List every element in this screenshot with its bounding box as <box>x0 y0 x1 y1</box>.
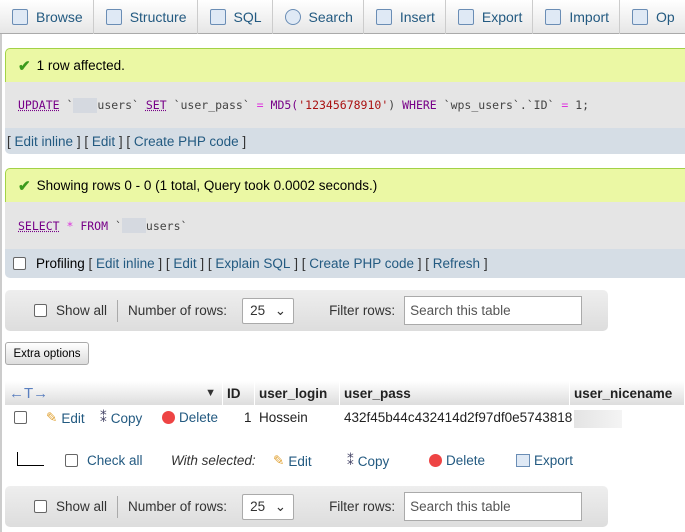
edit-inline-link[interactable]: Edit inline <box>15 134 74 149</box>
create-php-link[interactable]: Create PHP code <box>309 256 414 271</box>
bulk-edit-button[interactable]: ✎ Edit <box>273 453 312 469</box>
bulk-export-button[interactable]: Export <box>516 453 573 468</box>
sql-query: UPDATE ` users` SET `user_pass` = MD5('12… <box>5 82 685 128</box>
rows-select[interactable]: 25 ⌄ <box>242 493 295 520</box>
browse-icon <box>12 9 28 25</box>
structure-icon <box>105 9 122 25</box>
column-header-user-login[interactable]: user_login <box>255 381 340 405</box>
cell-user-pass[interactable]: 432f45b44c432414d2f97df0e5743818 <box>344 410 572 425</box>
tab-structure[interactable]: Structure <box>94 0 198 34</box>
cell-user-login[interactable]: Hossein <box>259 410 308 425</box>
wrench-icon <box>632 9 649 25</box>
sql-icon <box>209 9 226 25</box>
arrow-up-icon <box>17 452 44 466</box>
tab-browse[interactable]: Browse <box>0 0 94 34</box>
create-php-link[interactable]: Create PHP code <box>134 134 239 149</box>
export-icon <box>516 454 530 467</box>
navigation-bar-bottom: Show all Number of rows: 25 ⌄ Filter rows:… <box>5 486 608 527</box>
delete-icon <box>162 411 175 424</box>
explain-sql-link[interactable]: Explain SQL <box>215 256 290 271</box>
query-links: Profiling [ Edit inline ] [ Edit ] [ Exp… <box>5 249 685 278</box>
tab-operations[interactable]: Op <box>620 0 685 34</box>
tab-insert[interactable]: Insert <box>364 0 446 34</box>
bulk-delete-button[interactable]: Delete <box>429 453 485 468</box>
edit-inline-link[interactable]: Edit inline <box>96 256 155 271</box>
sort-dropdown-icon[interactable]: ▼ <box>205 387 216 399</box>
cell-id[interactable]: 1 <box>244 410 252 425</box>
bulk-copy-button[interactable]: ⁑ Copy <box>347 453 389 469</box>
redacted <box>73 97 98 113</box>
import-icon <box>545 9 562 25</box>
query-links: [ Edit inline ] [ Edit ] [ Create PHP co… <box>5 128 685 154</box>
table-header: ←T→ ▼ ID user_login user_pass user_nicena… <box>5 381 685 405</box>
tab-search[interactable]: Search <box>273 0 364 34</box>
table-row: ✎ Edit ⁑ Copy Delete 1 Hossein 432f45b44c4… <box>0 405 685 431</box>
column-arrows-icon[interactable]: ←T→ ▼ <box>5 381 223 405</box>
copy-icon: ⁑ <box>100 410 107 425</box>
navigation-bar: Show all Number of rows: 25 ⌄ Filter rows:… <box>5 290 608 331</box>
column-header-user-pass[interactable]: user_pass <box>340 381 570 405</box>
insert-icon <box>375 9 392 25</box>
tab-sql[interactable]: SQL <box>198 0 273 34</box>
copy-icon: ⁑ <box>347 453 354 468</box>
sql-query: SELECT * FROM ` users` <box>5 202 685 249</box>
success-message: ✔ 1 row affected. <box>5 48 685 82</box>
pencil-icon: ✎ <box>46 410 58 425</box>
show-all-checkbox[interactable] <box>34 500 47 513</box>
search-icon <box>284 9 301 25</box>
row-checkbox[interactable] <box>14 411 27 424</box>
extra-options-button[interactable]: Extra options <box>5 342 89 365</box>
show-all-checkbox[interactable] <box>34 304 47 317</box>
edit-link[interactable]: Edit <box>92 134 115 149</box>
pencil-icon: ✎ <box>273 453 285 468</box>
filter-input[interactable]: Search this table <box>404 492 583 521</box>
row-copy-button[interactable]: ⁑ Copy <box>100 410 142 426</box>
column-header-id[interactable]: ID <box>223 381 255 405</box>
tab-export[interactable]: Export <box>446 0 534 34</box>
rows-select[interactable]: 25 ⌄ <box>242 297 295 324</box>
profiling-checkbox[interactable] <box>13 257 26 270</box>
with-selected-label: With selected: <box>171 453 256 468</box>
bulk-actions: Check all With selected: ✎ Edit ⁑ Copy Del… <box>0 448 685 474</box>
chevron-down-icon: ⌄ <box>274 498 287 514</box>
cell-user-nicename-redacted[interactable] <box>574 410 622 428</box>
export-icon <box>457 9 474 25</box>
row-delete-button[interactable]: Delete <box>162 410 218 425</box>
check-all-label[interactable]: Check all <box>87 453 143 468</box>
check-icon: ✔ <box>18 57 31 75</box>
row-edit-button[interactable]: ✎ Edit <box>46 410 85 426</box>
chevron-down-icon: ⌄ <box>274 302 287 318</box>
tab-import[interactable]: Import <box>533 0 621 34</box>
refresh-link[interactable]: Refresh <box>433 256 480 271</box>
column-header-user-nicename[interactable]: user_nicename <box>570 381 685 405</box>
delete-icon <box>429 454 442 467</box>
success-message: ✔ Showing rows 0 - 0 (1 total, Query took… <box>5 168 685 202</box>
filter-input[interactable]: Search this table <box>404 296 583 325</box>
edit-link[interactable]: Edit <box>173 256 196 271</box>
check-all-checkbox[interactable] <box>65 454 78 467</box>
redacted <box>121 218 146 233</box>
check-icon: ✔ <box>18 177 31 195</box>
tab-bar: Browse Structure SQL Search Insert Expor… <box>0 0 685 34</box>
